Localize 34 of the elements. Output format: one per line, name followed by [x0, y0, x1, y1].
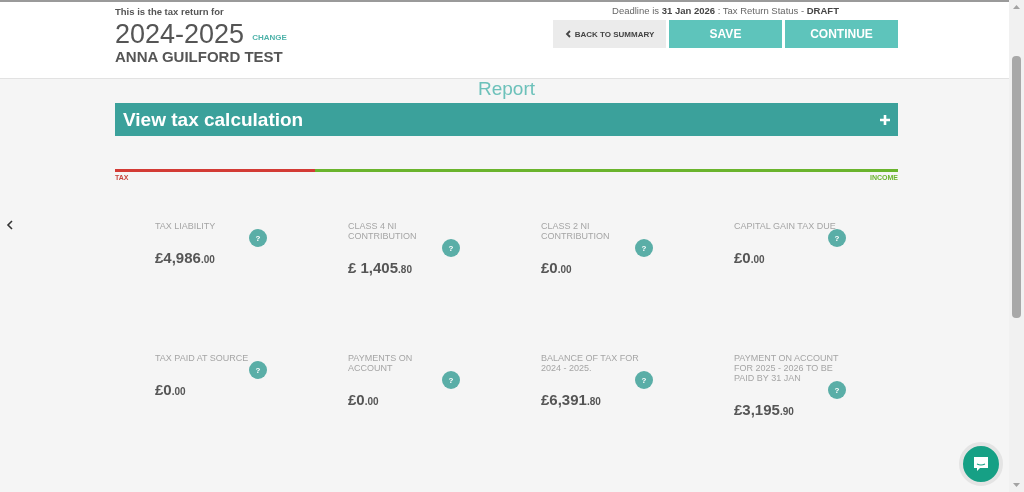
- deadline-status: Deadline is 31 Jan 2026 : Tax Return Status - DRAFT: [612, 5, 839, 16]
- card-label: TAX LIABILITY: [155, 221, 217, 231]
- card-label: CLASS 2 NI CONTRIBUTION: [541, 221, 611, 241]
- help-icon[interactable]: ?: [442, 239, 460, 257]
- amount-value: £4,986.00: [155, 249, 216, 266]
- tax-year: 2024-2025: [115, 20, 245, 48]
- help-icon[interactable]: ?: [828, 381, 846, 399]
- report-heading: Report: [478, 79, 535, 99]
- change-link[interactable]: CHANGE: [252, 33, 287, 42]
- amount-value: £0.00: [155, 381, 187, 398]
- card-label: PAYMENT ON ACCOUNT FOR 2025 - 2026 TO BE PAID BY 31 JAN: [734, 353, 840, 383]
- amount-value: £ 1,405.80: [348, 259, 413, 276]
- card-label: TAX PAID AT SOURCE: [155, 353, 250, 363]
- intro-text: This is the tax return for: [115, 6, 225, 17]
- amount-value: £0.00: [734, 249, 766, 266]
- card-label: BALANCE OF TAX FOR 2024 - 2025.: [541, 353, 640, 373]
- help-icon[interactable]: ?: [635, 239, 653, 257]
- taxpayer-name: ANNA GUILFORD TEST: [115, 48, 284, 65]
- amount-value: £6,391.80: [541, 391, 602, 408]
- help-icon[interactable]: ?: [442, 371, 460, 389]
- save-button[interactable]: SAVE: [669, 20, 782, 48]
- card-label: CAPITAL GAIN TAX DUE: [734, 221, 837, 231]
- help-icon[interactable]: ?: [828, 229, 846, 247]
- continue-button[interactable]: CONTINUE: [785, 20, 898, 48]
- amount-value: £3,195.90: [734, 401, 795, 418]
- help-icon[interactable]: ?: [249, 361, 267, 379]
- card-label: PAYMENTS ON ACCOUNT: [348, 353, 414, 373]
- back-button[interactable]: BACK TO SUMMARY: [553, 20, 666, 48]
- accordion-header[interactable]: View tax calculation: [115, 103, 898, 136]
- amount-value: £0.00: [348, 391, 380, 408]
- card-label: CLASS 4 NI CONTRIBUTION: [348, 221, 418, 241]
- help-icon[interactable]: ?: [249, 229, 267, 247]
- amount-value: £0.00: [541, 259, 573, 276]
- help-icon[interactable]: ?: [635, 371, 653, 389]
